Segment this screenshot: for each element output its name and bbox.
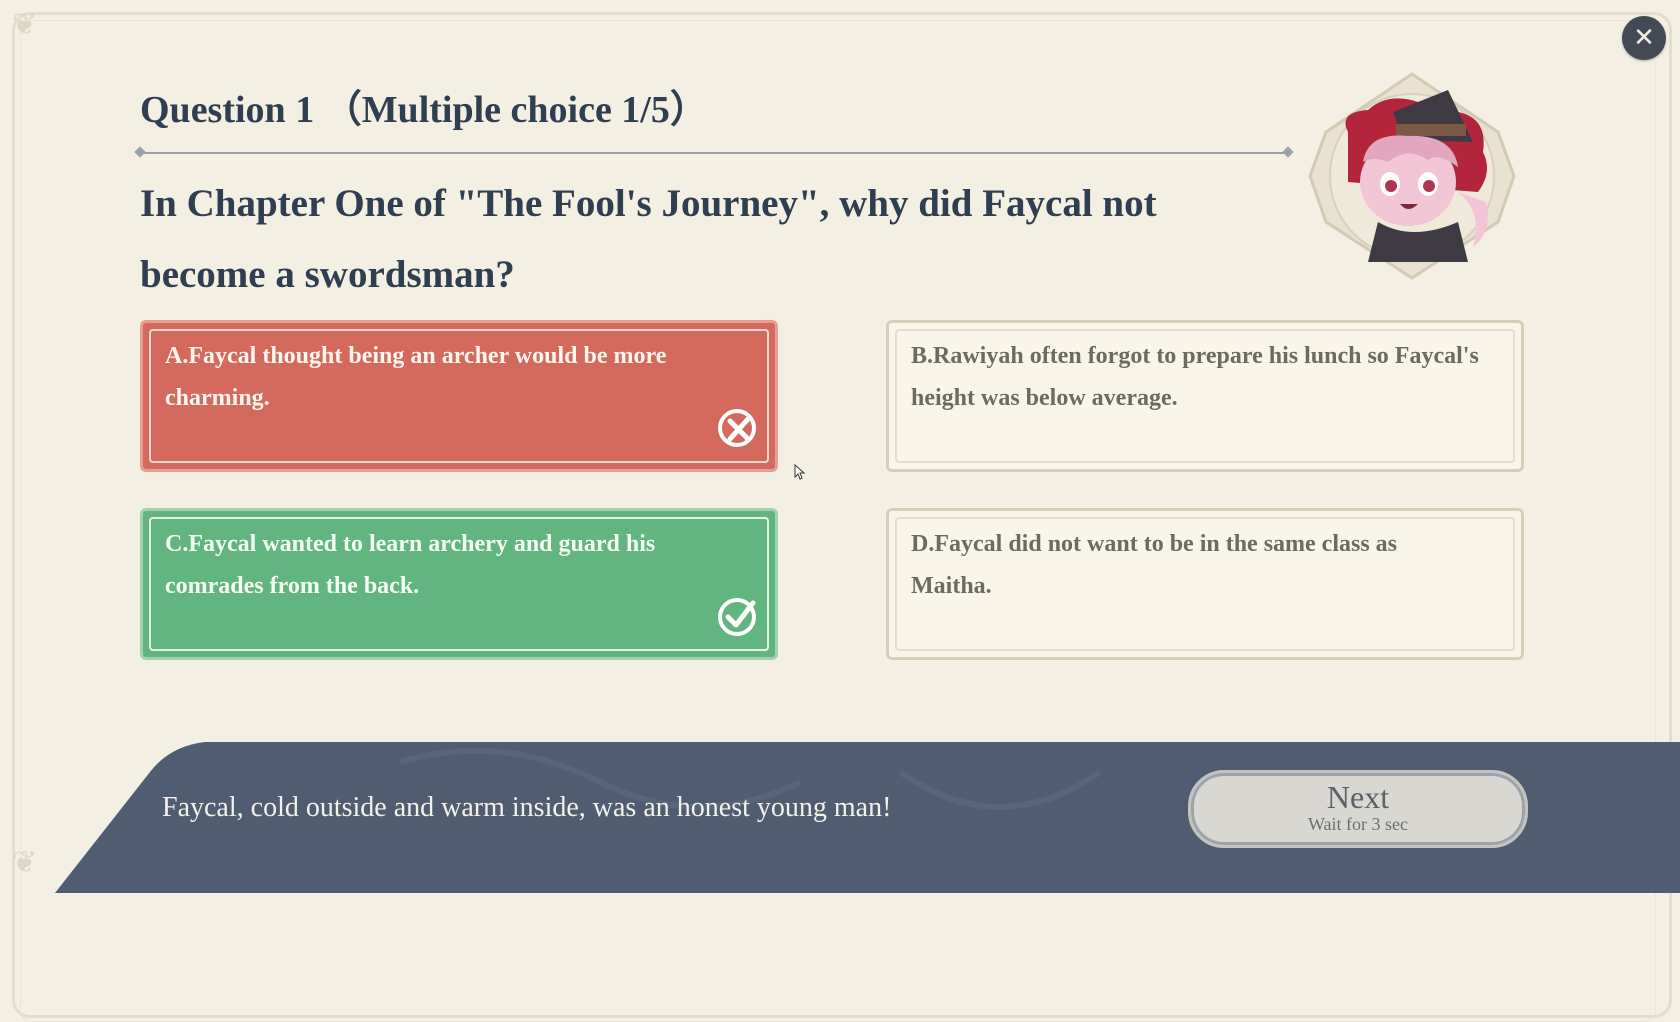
option-body: Rawiyah often forgot to prepare his lunc…	[911, 343, 1479, 411]
option-body: Faycal wanted to learn archery and guard…	[165, 531, 656, 599]
question-text: In Chapter One of "The Fool's Journey", …	[140, 182, 1157, 296]
option-c-text: C.Faycal wanted to learn archery and gua…	[165, 523, 735, 607]
option-letter: D.	[911, 531, 935, 557]
option-d-text: D.Faycal did not want to be in the same …	[911, 523, 1481, 607]
option-letter: B.	[911, 343, 934, 369]
mouse-cursor-icon	[794, 464, 806, 480]
option-c-button[interactable]: C.Faycal wanted to learn archery and gua…	[140, 508, 778, 660]
cross-mark-icon	[718, 409, 756, 447]
option-body: Faycal did not want to be in the same cl…	[911, 531, 1398, 599]
next-button-label: Next	[1326, 779, 1390, 815]
question-title: Question 1 （Multiple choice 1/5）	[140, 89, 708, 131]
close-icon: ✕	[1633, 23, 1655, 53]
option-b-text: B.Rawiyah often forgot to prepare his lu…	[911, 335, 1481, 419]
option-a-text: A.Faycal thought being an archer would b…	[165, 335, 735, 419]
option-a-button[interactable]: A.Faycal thought being an archer would b…	[140, 320, 778, 472]
check-mark-icon	[718, 598, 756, 636]
option-b-button[interactable]: B.Rawiyah often forgot to prepare his lu…	[886, 320, 1524, 472]
option-letter: C.	[165, 531, 189, 557]
corner-ornament-icon: ❦	[12, 7, 38, 42]
close-button[interactable]: ✕	[1622, 16, 1666, 60]
option-letter: A.	[165, 343, 189, 369]
option-body: Faycal thought being an archer would be …	[165, 343, 667, 411]
option-d-button[interactable]: D.Faycal did not want to be in the same …	[886, 508, 1524, 660]
next-button[interactable]: Next Wait for 3 sec	[1188, 770, 1528, 848]
title-divider	[140, 152, 1288, 154]
next-button-countdown: Wait for 3 sec	[1307, 814, 1408, 834]
feedback-hint: Faycal, cold outside and warm inside, wa…	[162, 792, 892, 823]
witch-character-avatar-icon	[1308, 72, 1516, 280]
